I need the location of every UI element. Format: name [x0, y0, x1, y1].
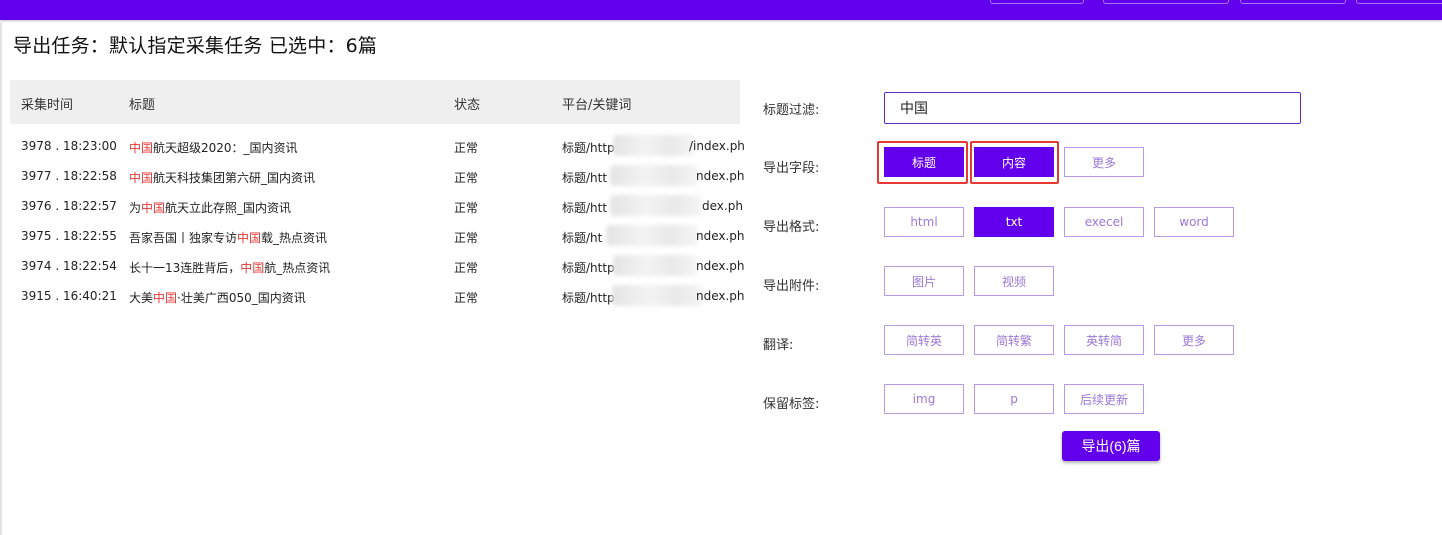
column-header-status: 状态 — [454, 98, 481, 113]
keyword-highlight: 中国 — [240, 261, 265, 275]
filter-label: 标题过滤: — [763, 103, 820, 118]
cell-title[interactable]: 为中国航天立此存照_国内资讯 — [129, 199, 291, 216]
keyword-highlight: 中国 — [141, 201, 166, 215]
cell-status: 正常 — [454, 201, 479, 215]
translate-zh-en-button[interactable]: 简转英 — [884, 325, 964, 355]
translate-more-button[interactable]: 更多 — [1154, 325, 1234, 355]
column-header-time: 采集时间 — [21, 98, 74, 113]
keep-tags-label: 保留标签: — [763, 397, 820, 412]
format-html-button[interactable]: html — [884, 207, 964, 237]
translate-simp-trad-button[interactable]: 简转繁 — [974, 325, 1054, 355]
redacted-blur — [606, 225, 698, 246]
top-bar-button[interactable] — [1240, 0, 1346, 4]
table-header: 采集时间 标题 状态 平台/关键词 — [10, 80, 740, 124]
cell-platform-suffix: dex.ph — [702, 199, 743, 213]
table-row[interactable]: 3977 . 18:22:58 中国航天科技集团第六研_国内资讯 正常 标题/h… — [10, 160, 745, 190]
cell-time: 3977 . 18:22:58 — [21, 169, 117, 183]
fields-label: 导出字段: — [763, 161, 820, 176]
title-filter-input[interactable] — [884, 92, 1301, 124]
cell-title[interactable]: 长十一13连胜背后，中国航_热点资讯 — [129, 259, 330, 276]
format-word-button[interactable]: word — [1154, 207, 1234, 237]
tag-img-button[interactable]: img — [884, 384, 964, 414]
cell-platform-suffix: ndex.ph — [696, 289, 745, 303]
cell-platform-suffix: ndex.ph — [696, 169, 745, 183]
top-app-bar — [0, 0, 1442, 20]
field-title-button[interactable]: 标题 — [884, 147, 964, 177]
cell-status: 正常 — [454, 141, 479, 155]
cell-title[interactable]: 中国航天科技集团第六研_国内资讯 — [129, 169, 315, 186]
top-bar-button[interactable] — [1103, 0, 1229, 4]
redacted-blur — [612, 285, 704, 306]
top-bar-button[interactable] — [990, 0, 1084, 4]
cell-time: 3975 . 18:22:55 — [21, 229, 117, 243]
column-header-platform: 平台/关键词 — [562, 98, 632, 113]
table-row[interactable]: 3974 . 18:22:54 长十一13连胜背后，中国航_热点资讯 正常 标题… — [10, 250, 745, 280]
cell-status: 正常 — [454, 261, 479, 275]
field-more-button[interactable]: 更多 — [1064, 147, 1144, 177]
format-txt-button[interactable]: txt — [974, 207, 1054, 237]
keyword-highlight: 中国 — [129, 171, 154, 185]
keyword-highlight: 中国 — [237, 231, 262, 245]
cell-time: 3974 . 18:22:54 — [21, 259, 117, 273]
tag-p-button[interactable]: p — [974, 384, 1054, 414]
redacted-blur — [610, 165, 698, 186]
cell-status: 正常 — [454, 231, 479, 245]
attach-video-button[interactable]: 视频 — [974, 266, 1054, 296]
keyword-highlight: 中国 — [153, 291, 178, 305]
format-label: 导出格式: — [763, 220, 820, 235]
left-divider — [0, 22, 2, 535]
cell-platform: 标题/http — [562, 261, 615, 275]
cell-time: 3976 . 18:22:57 — [21, 199, 117, 213]
redacted-blur — [610, 195, 702, 216]
cell-title[interactable]: 中国航天超级2020：_国内资讯 — [129, 139, 298, 156]
cell-status: 正常 — [454, 171, 479, 185]
table-row[interactable]: 3975 . 18:22:55 吾家吾国丨独家专访中国载_热点资讯 正常 标题/… — [10, 220, 745, 250]
page-title: 导出任务：默认指定采集任务 已选中：6篇 — [13, 35, 378, 57]
cell-title[interactable]: 大美中国·壮美广西050_国内资讯 — [129, 289, 306, 306]
cell-platform: 标题/htt — [562, 171, 608, 185]
cell-platform-suffix: ndex.ph — [696, 259, 745, 273]
cell-platform: 标题/http — [562, 141, 615, 155]
task-table: 采集时间 标题 状态 平台/关键词 3978 . 18:23:00 中国航天超级… — [10, 80, 745, 310]
translate-en-zh-button[interactable]: 英转简 — [1064, 325, 1144, 355]
attachment-label: 导出附件: — [763, 279, 820, 294]
tag-future-update-button[interactable]: 后续更新 — [1064, 384, 1144, 414]
cell-time: 3915 . 16:40:21 — [21, 289, 117, 303]
column-header-title: 标题 — [129, 98, 156, 113]
field-content-button[interactable]: 内容 — [974, 147, 1054, 177]
table-row[interactable]: 3915 . 16:40:21 大美中国·壮美广西050_国内资讯 正常 标题/… — [10, 280, 745, 310]
format-execel-button[interactable]: execel — [1064, 207, 1144, 237]
cell-time: 3978 . 18:23:00 — [21, 139, 117, 153]
translate-label: 翻译: — [763, 338, 794, 353]
table-row[interactable]: 3976 . 18:22:57 为中国航天立此存照_国内资讯 正常 标题/htt… — [10, 190, 743, 220]
cell-platform-suffix: ndex.ph — [696, 229, 745, 243]
table-row[interactable]: 3978 . 18:23:00 中国航天超级2020：_国内资讯 正常 标题/h… — [10, 130, 745, 160]
cell-title[interactable]: 吾家吾国丨独家专访中国载_热点资讯 — [129, 229, 327, 246]
cell-platform-suffix: /index.ph — [689, 139, 745, 153]
cell-platform: 标题/ht — [562, 231, 603, 245]
top-bar-button[interactable] — [1356, 0, 1442, 4]
redacted-blur — [613, 255, 697, 276]
cell-status: 正常 — [454, 291, 479, 305]
cell-platform: 标题/http — [562, 291, 615, 305]
attach-image-button[interactable]: 图片 — [884, 266, 964, 296]
export-button[interactable]: 导出(6)篇 — [1062, 431, 1160, 461]
redacted-blur — [613, 135, 695, 156]
cell-platform: 标题/htt — [562, 201, 608, 215]
keyword-highlight: 中国 — [129, 141, 154, 155]
